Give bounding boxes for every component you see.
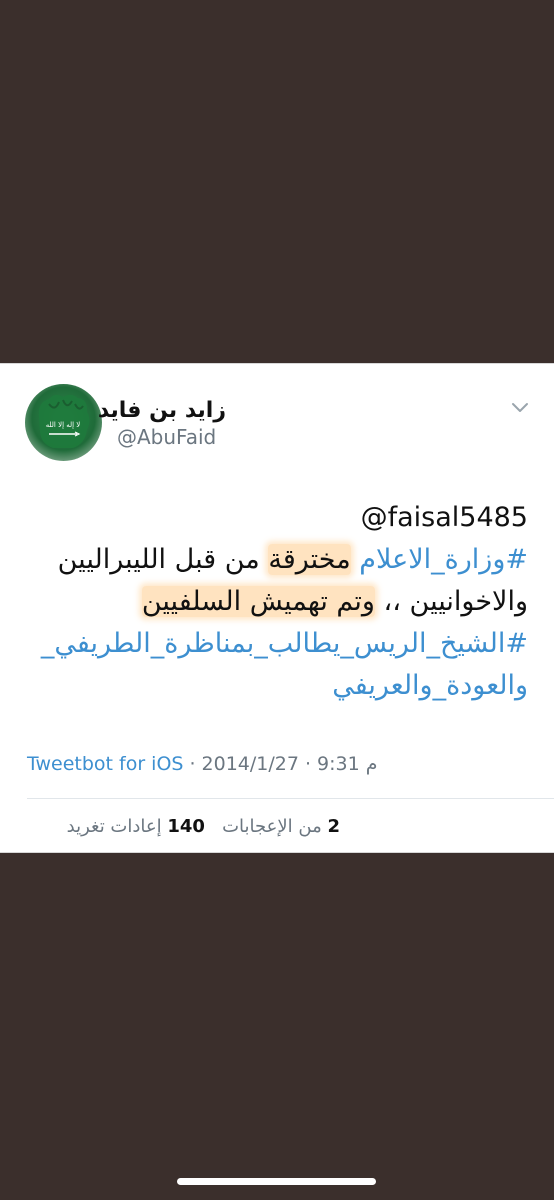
hashtag-ministry-link[interactable]: #وزارة_الاعلام: [359, 544, 528, 575]
tweet-time: 9:31 م: [316, 753, 378, 775]
chevron-down-icon[interactable]: [509, 400, 531, 414]
meta-separator: ·: [189, 753, 196, 775]
home-indicator[interactable]: [177, 1178, 376, 1185]
tweet-text-segment: من قبل الليبراليين: [57, 544, 260, 575]
highlighted-word: مخترقة: [268, 544, 351, 575]
divider: [27, 798, 554, 799]
tweet-line-3: والاخوانيين ،، وتم تهميش السلفيين: [26, 581, 528, 623]
likes-stat[interactable]: 2 من الإعجابات: [222, 816, 340, 837]
tweet-card: لا إله إلا الله زايد بن فايد @AbuFaid fa…: [0, 363, 554, 853]
tweet-meta: Tweetbot for iOS · 2014/1/27 · 9:31 م: [27, 753, 377, 775]
retweets-label: إعادات تغريد: [66, 816, 162, 837]
meta-separator: ·: [304, 753, 311, 775]
hashtag-sheikh-link-continued[interactable]: والعودة_والعريفي: [26, 665, 528, 707]
username[interactable]: @AbuFaid: [117, 425, 216, 449]
display-name[interactable]: زايد بن فايد: [98, 398, 226, 423]
avatar[interactable]: لا إله إلا الله: [25, 384, 102, 461]
source-link[interactable]: Tweetbot for iOS: [27, 753, 183, 775]
tweet-line-2: #وزارة_الاعلام مخترقة من قبل الليبراليين: [26, 539, 528, 581]
tweet-line-1: faisal5485@: [26, 497, 528, 539]
tweet-text-segment: والاخوانيين ،،: [383, 586, 528, 617]
tweet-text: faisal5485@ #وزارة_الاعلام مخترقة من قبل…: [26, 497, 528, 707]
svg-text:لا إله إلا الله: لا إله إلا الله: [46, 421, 81, 429]
saudi-flag-fist-icon: لا إله إلا الله: [38, 394, 90, 448]
retweets-count: 140: [167, 816, 205, 837]
hashtag-sheikh-link[interactable]: #الشيخ_الريس_يطالب_بمناظرة_الطريفي_: [26, 623, 528, 665]
tweet-stats: 2 من الإعجابات 140 إعادات تغريد: [67, 816, 340, 837]
likes-label: من الإعجابات: [222, 816, 322, 837]
mention-link[interactable]: faisal5485@: [361, 502, 528, 533]
likes-count: 2: [327, 816, 340, 837]
highlighted-phrase: وتم تهميش السلفيين: [141, 586, 375, 617]
tweet-date: 2014/1/27: [201, 753, 299, 775]
retweets-stat[interactable]: 140 إعادات تغريد: [67, 816, 205, 837]
